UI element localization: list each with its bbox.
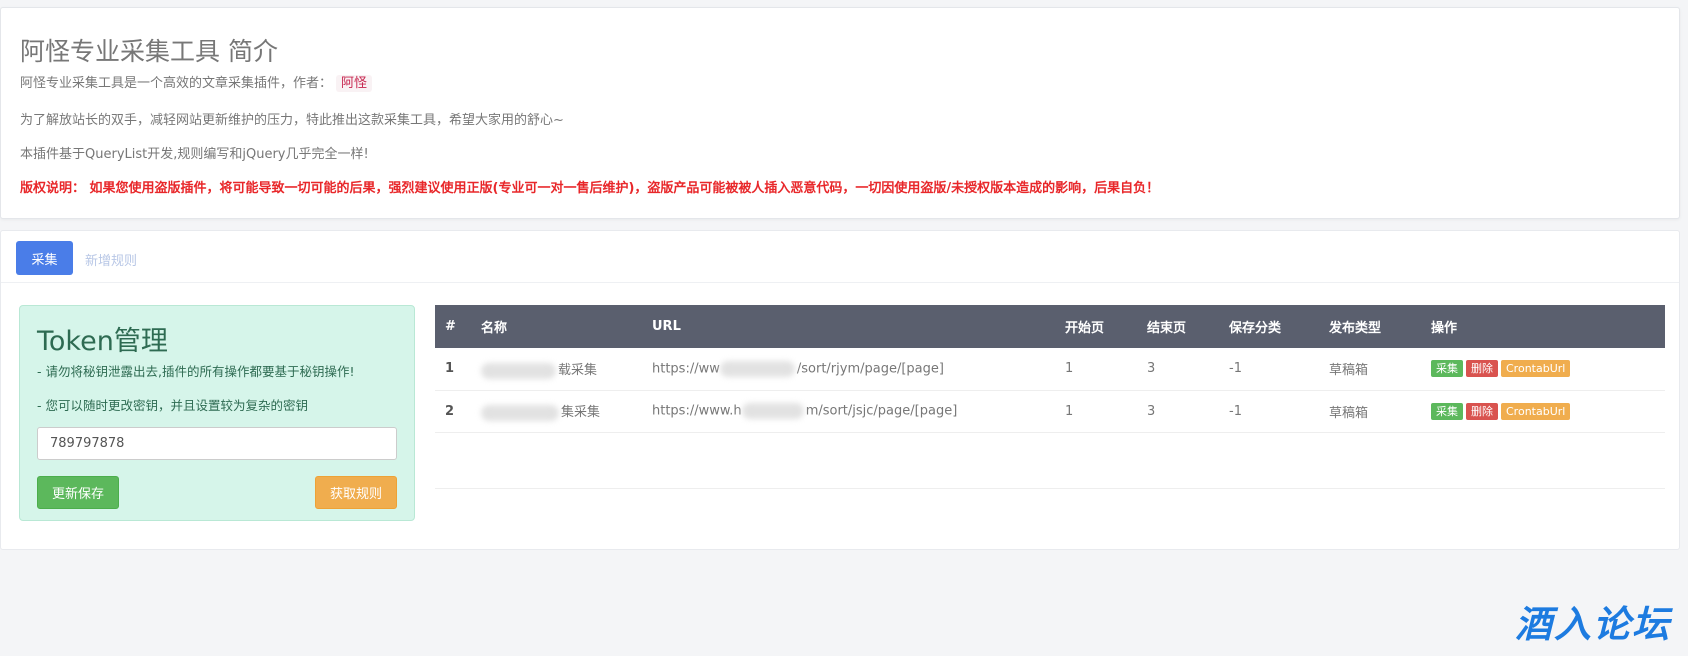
intro-panel: 阿怪专业采集工具 简介 阿怪专业采集工具是一个高效的文章采集插件，作者： 阿怪 为…: [0, 7, 1680, 219]
intro-description: 阿怪专业采集工具是一个高效的文章采集插件，作者： 阿怪: [20, 72, 373, 92]
token-note-secret: - 请勿将秘钥泄露出去,插件的所有操作都要基于秘钥操作!: [37, 364, 355, 379]
redacted-blur: [481, 404, 559, 421]
delete-button[interactable]: 删除: [1466, 402, 1498, 420]
row-actions: 采集 删除 CrontabUrl: [1421, 390, 1665, 433]
row-url: https://www.h m/sort/jsjc/page/[page]: [642, 390, 1055, 433]
row-name-text: 载采集: [558, 363, 598, 378]
intro-purpose: 为了解放站长的双手，减轻网站更新维护的压力，特此推出这款采集工具，希望大家用的舒…: [20, 113, 564, 128]
crontab-url-button[interactable]: CrontabUrl: [1501, 402, 1571, 420]
col-header-actions: 操作: [1431, 321, 1458, 336]
tab-bar: 采集 新增规则: [1, 231, 1679, 283]
row-publish: 草稿箱: [1319, 348, 1421, 391]
fetch-rules-button[interactable]: 获取规则: [315, 476, 397, 509]
main-panel: 采集 新增规则 Token管理 - 请勿将秘钥泄露出去,插件的所有操作都要基于秘…: [0, 230, 1680, 550]
col-header-name: 名称: [481, 321, 508, 336]
col-header-start: 开始页: [1065, 321, 1105, 336]
row-start: 1: [1055, 348, 1137, 391]
delete-button[interactable]: 删除: [1466, 360, 1498, 378]
table-row: 2 集采集 https://www.h m/sort/jsjc/page/[pag…: [435, 390, 1665, 433]
forum-watermark: 酒入论坛: [1515, 603, 1671, 646]
crontab-url-button[interactable]: CrontabUrl: [1501, 360, 1571, 378]
collect-button[interactable]: 采集: [1431, 402, 1463, 420]
token-note-change: - 您可以随时更改密钥，并且设置较为复杂的密钥: [37, 398, 308, 413]
tab-collect[interactable]: 采集: [16, 241, 73, 275]
row-category: -1: [1219, 390, 1319, 433]
col-header-num: #: [445, 319, 456, 334]
row-num: 2: [435, 390, 471, 433]
intro-tech-note: 本插件基于QueryList开发,规则编写和jQuery几乎完全一样!: [20, 147, 369, 162]
row-publish: 草稿箱: [1319, 390, 1421, 433]
row-actions: 采集 删除 CrontabUrl: [1421, 348, 1665, 391]
row-name: 集采集: [471, 390, 642, 433]
table-header-row: # 名称 URL 开始页 结束页 保存分类 发布类型 操作: [435, 305, 1665, 348]
intro-description-text: 阿怪专业采集工具是一个高效的文章采集插件，作者：: [20, 76, 333, 91]
redacted-blur: [719, 360, 795, 377]
token-input[interactable]: [37, 427, 397, 460]
col-header-category: 保存分类: [1229, 321, 1282, 336]
token-title: Token管理: [37, 326, 168, 357]
row-url-prefix: https://www.h: [652, 403, 742, 419]
tab-add-rule[interactable]: 新增规则: [85, 250, 137, 269]
row-name: 载采集: [471, 348, 642, 391]
row-end: 3: [1137, 348, 1219, 391]
table-empty-row: [435, 432, 1665, 489]
table-row: 1 载采集 https://ww/sort/rjym/page/[page] 1…: [435, 348, 1665, 391]
row-name-text: 集采集: [561, 405, 601, 421]
row-end: 3: [1137, 390, 1219, 433]
row-start: 1: [1055, 390, 1137, 433]
redacted-blur: [741, 403, 804, 419]
col-header-publish: 发布类型: [1329, 321, 1382, 336]
copyright-notice: 版权说明： 如果您使用盗版插件，将可能导致一切可能的后果，强烈建议使用正版(专业…: [20, 181, 1160, 196]
rules-table: # 名称 URL 开始页 结束页 保存分类 发布类型 操作 1 载采集 http…: [435, 305, 1665, 489]
row-num: 1: [435, 348, 471, 391]
intro-title: 阿怪专业采集工具 简介: [20, 37, 278, 66]
author-name: 阿怪: [336, 75, 373, 92]
row-category: -1: [1219, 348, 1319, 391]
save-token-button[interactable]: 更新保存: [37, 476, 119, 509]
col-header-url: URL: [652, 319, 681, 334]
row-url-suffix: m/sort/jsjc/page/[page]: [805, 403, 958, 419]
row-url-prefix: https://ww: [652, 361, 720, 377]
row-url: https://ww/sort/rjym/page/[page]: [642, 348, 1055, 391]
row-url-suffix: /sort/rjym/page/[page]: [796, 361, 944, 377]
empty-cell: [435, 432, 1665, 489]
collect-button[interactable]: 采集: [1431, 360, 1463, 378]
redacted-blur: [481, 362, 556, 379]
token-card: Token管理 - 请勿将秘钥泄露出去,插件的所有操作都要基于秘钥操作! - 您…: [19, 305, 415, 521]
col-header-end: 结束页: [1147, 321, 1187, 336]
